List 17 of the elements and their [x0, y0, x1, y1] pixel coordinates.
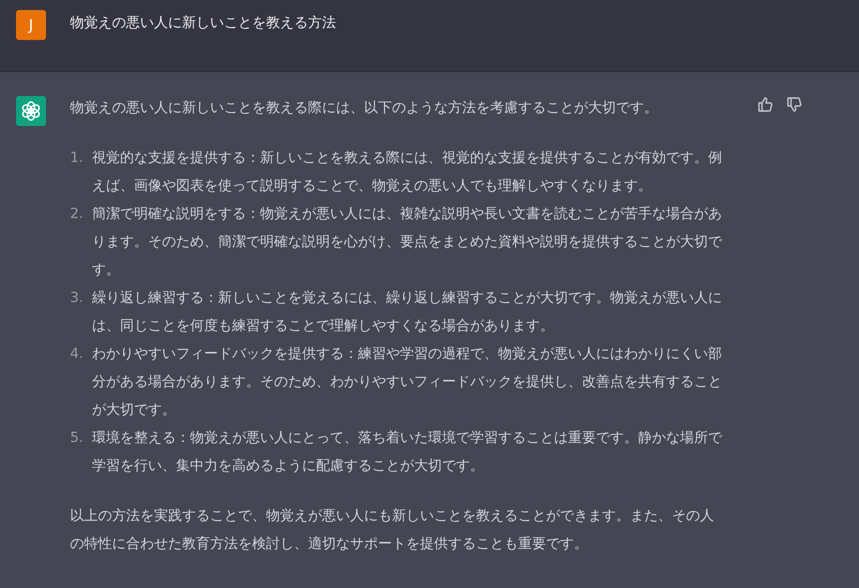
- thumbs-down-icon[interactable]: [786, 96, 803, 113]
- response-paragraph: 以上の方法を実践することで、物覚えが悪い人にも新しいことを教えることができます。また、その人の特性に合わせた教育方法を検討し、適切なサポートを提供することも重要です。: [70, 507, 715, 554]
- list-item-text: 視覚的な支援を提供する：新しいことを教える際には、視覚的な支援を提供することが有効です。例えば、画像や図表を使って説明することで、物覚えの悪い人でも理解しやすくなります。: [92, 149, 723, 196]
- user-message: 物覚えの悪い人に新しいことを教える方法: [70, 14, 337, 33]
- list-item-text: わかりやすいフィードバックを提供する：練習や学習の過程で、物覚えが悪い人にはわかりにくい部分がある場合があります。そのため、わかりやすいフィードバックを提供し、改善点を共有することが大切です。: [92, 345, 723, 420]
- assistant-logo-icon: [16, 96, 46, 126]
- list-number: 4.: [70, 345, 84, 364]
- list-item-text: 簡潔で明確な説明をする：物覚えが悪い人には、複雑な説明や長い文書を読むことが苦手な場合があります。そのため、簡潔で明確な説明を心がけ、要点をまとめた資料や説明を提供することが大切です。: [92, 205, 724, 280]
- list-item-text: 繰り返し練習する：新しいことを覚えるには、繰り返し練習することが大切です。物覚えが悪い人には、同じことを何度も練習することで理解しやすくなる場合があります。: [92, 289, 723, 336]
- list-number: 5.: [70, 429, 84, 448]
- list-number: 2.: [70, 205, 84, 224]
- response-paragraph: 物覚えの悪い人に新しいことを教える際には、以下のような方法を考慮することが大切です。: [70, 99, 659, 118]
- list-number: 3.: [70, 289, 84, 308]
- list-number: 1.: [70, 149, 84, 168]
- list-item-text: 環境を整える：物覚えが悪い人にとって、落ち着いた環境で学習することは重要です。静かな場所で学習を行い、集中力を高めるように配慮することが大切です。: [92, 429, 724, 476]
- thumbs-up-icon[interactable]: [757, 96, 774, 113]
- user-avatar: J: [16, 10, 46, 40]
